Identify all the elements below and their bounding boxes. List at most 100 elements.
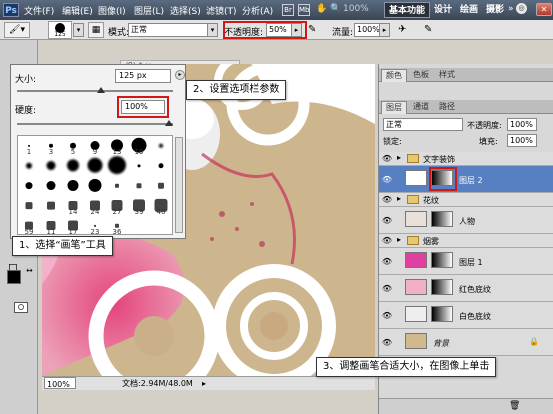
eye-icon[interactable]: 👁 bbox=[381, 194, 393, 206]
tab-layers[interactable]: 图层 bbox=[381, 101, 407, 114]
brush-tip[interactable]: 23 bbox=[84, 216, 106, 236]
layer-row[interactable]: 👁 图层 2 bbox=[379, 166, 553, 193]
workspace-painting[interactable]: 绘画 bbox=[456, 2, 482, 18]
brush-tool-preset-icon[interactable]: 🖌▾ bbox=[4, 22, 30, 38]
hand-icon[interactable]: ✋ bbox=[316, 4, 327, 16]
expand-arrow-icon[interactable]: ▸ bbox=[397, 235, 401, 244]
eye-icon[interactable]: 👁 bbox=[381, 283, 393, 295]
brush-tip[interactable] bbox=[84, 176, 106, 195]
mode-select[interactable]: 正常 bbox=[128, 23, 208, 37]
brush-tip[interactable] bbox=[18, 196, 40, 215]
pressure-opacity-icon[interactable]: ✎ bbox=[308, 24, 316, 35]
layer-row[interactable]: 👁 ▸ 烟雾 bbox=[379, 234, 553, 248]
brush-tip[interactable]: 59 bbox=[18, 216, 40, 236]
menu-layer[interactable]: 图层(L) bbox=[134, 4, 164, 17]
eye-icon[interactable]: 👁 bbox=[381, 215, 393, 227]
brush-tip[interactable] bbox=[128, 176, 150, 195]
brush-grid-scrollbar[interactable] bbox=[175, 137, 183, 233]
hardness-slider-knob[interactable] bbox=[165, 120, 173, 126]
layer-opacity-input[interactable]: 100% bbox=[507, 118, 537, 131]
workspace-essentials[interactable]: 基本功能 bbox=[384, 2, 431, 18]
brush-tip[interactable] bbox=[128, 156, 150, 175]
brush-tip[interactable]: 17 bbox=[62, 216, 84, 236]
menu-edit[interactable]: 编辑(E) bbox=[62, 4, 93, 17]
tab-paths[interactable]: 路径 bbox=[435, 101, 459, 114]
size-slider-knob[interactable] bbox=[97, 87, 105, 93]
brush-tip[interactable]: 5 bbox=[62, 136, 84, 156]
brush-tip[interactable]: 24 bbox=[84, 196, 106, 216]
size-input[interactable]: 125 px bbox=[115, 69, 171, 83]
hardness-slider[interactable] bbox=[17, 123, 173, 125]
menu-filter[interactable]: 滤镜(T) bbox=[206, 4, 237, 17]
zoom-tool-icon[interactable]: 🔍 bbox=[330, 4, 341, 16]
eye-icon[interactable]: 👁 bbox=[381, 174, 393, 186]
eye-icon[interactable]: 👁 bbox=[381, 256, 393, 268]
tab-channels[interactable]: 通道 bbox=[409, 101, 433, 114]
delete-layer-icon[interactable]: 🗑 bbox=[509, 401, 520, 411]
brush-tip[interactable] bbox=[40, 196, 62, 215]
brush-tip[interactable] bbox=[40, 156, 62, 175]
brush-tip[interactable] bbox=[106, 176, 128, 195]
mode-select-arrow-icon[interactable]: ▾ bbox=[207, 23, 218, 37]
brush-tip[interactable] bbox=[40, 176, 62, 195]
flow-slider-arrow-icon[interactable]: ▸ bbox=[379, 23, 390, 37]
brush-tip[interactable]: 11 bbox=[40, 216, 62, 236]
pressure-size-icon[interactable]: ✎ bbox=[424, 24, 432, 35]
menu-file[interactable]: 文件(F) bbox=[24, 4, 54, 17]
brush-tip[interactable] bbox=[150, 136, 172, 155]
brush-tip[interactable]: 36 bbox=[106, 216, 128, 236]
brush-tip[interactable]: 27 bbox=[106, 196, 128, 216]
brush-picker-arrow-icon[interactable]: ▾ bbox=[73, 23, 84, 37]
brush-panel-toggle-icon[interactable]: ▦ bbox=[88, 22, 104, 38]
brush-tip[interactable]: 19 bbox=[128, 136, 150, 156]
brush-tip[interactable] bbox=[62, 156, 84, 175]
brush-tip[interactable]: 1 bbox=[18, 136, 40, 156]
eye-icon[interactable]: 👁 bbox=[381, 153, 393, 165]
workspace-photography[interactable]: 摄影 bbox=[482, 2, 508, 18]
brush-tip[interactable] bbox=[106, 155, 128, 175]
layer-row[interactable]: 👁 白色底纹 bbox=[379, 302, 553, 329]
brush-tip[interactable]: 3 bbox=[40, 136, 62, 156]
layer-row[interactable]: 👁 背景 🔒 bbox=[379, 329, 553, 356]
eye-icon[interactable]: 👁 bbox=[381, 310, 393, 322]
brush-tip[interactable]: 14 bbox=[62, 196, 84, 216]
expand-arrow-icon[interactable]: ▸ bbox=[397, 194, 401, 203]
popup-menu-icon[interactable]: ▸ bbox=[175, 70, 185, 80]
expand-arrow-icon[interactable]: ▸ bbox=[397, 153, 401, 162]
layer-row[interactable]: 👁 人物 bbox=[379, 207, 553, 234]
layer-row[interactable]: 👁 ▸ 花纹 bbox=[379, 193, 553, 207]
foreground-color-swatch[interactable] bbox=[7, 270, 21, 284]
workspace-more[interactable]: » bbox=[508, 4, 514, 14]
bridge-icon[interactable]: Br bbox=[282, 4, 294, 16]
menu-image[interactable]: 图像(I) bbox=[98, 4, 126, 17]
layer-row[interactable]: 👁 红色底纹 bbox=[379, 275, 553, 302]
brush-tip[interactable] bbox=[150, 176, 172, 195]
eye-icon[interactable]: 👁 bbox=[381, 235, 393, 247]
airbrush-icon[interactable]: ✈ bbox=[398, 24, 406, 35]
swap-colors-icon[interactable]: ↔ bbox=[26, 266, 33, 275]
zoom-level[interactable]: 100% bbox=[343, 4, 369, 14]
quick-mask-mode-icon[interactable] bbox=[14, 302, 28, 313]
mini-bridge-icon[interactable]: Mb bbox=[298, 4, 310, 16]
cslive-icon[interactable]: ◎ bbox=[516, 3, 527, 14]
brush-tip[interactable]: 46 bbox=[150, 196, 172, 216]
brush-tip[interactable] bbox=[150, 156, 172, 175]
layer-blend-mode-select[interactable]: 正常 bbox=[383, 118, 463, 131]
layer-row[interactable]: 👁 ▸ 文字装饰 bbox=[379, 152, 553, 166]
flow-input[interactable]: 100% bbox=[354, 23, 380, 37]
size-slider[interactable] bbox=[17, 90, 173, 92]
status-menu-arrow-icon[interactable]: ▸ bbox=[202, 377, 206, 390]
tab-color[interactable]: 颜色 bbox=[381, 69, 407, 82]
brush-tip[interactable]: 13 bbox=[106, 136, 128, 156]
layer-row[interactable]: 👁 图层 1 bbox=[379, 248, 553, 275]
close-icon[interactable]: ✕ bbox=[536, 3, 552, 16]
eye-icon[interactable]: 👁 bbox=[381, 337, 393, 349]
brush-tip[interactable]: 9 bbox=[84, 136, 106, 156]
brush-tip[interactable] bbox=[18, 156, 40, 175]
workspace-design[interactable]: 设计 bbox=[430, 2, 456, 18]
layer-fill-input[interactable]: 100% bbox=[507, 134, 537, 147]
brush-tip[interactable]: 39 bbox=[128, 196, 150, 216]
brush-preset-picker[interactable]: 125 bbox=[48, 21, 72, 39]
menu-select[interactable]: 选择(S) bbox=[170, 4, 201, 17]
brush-tip[interactable] bbox=[62, 176, 84, 195]
